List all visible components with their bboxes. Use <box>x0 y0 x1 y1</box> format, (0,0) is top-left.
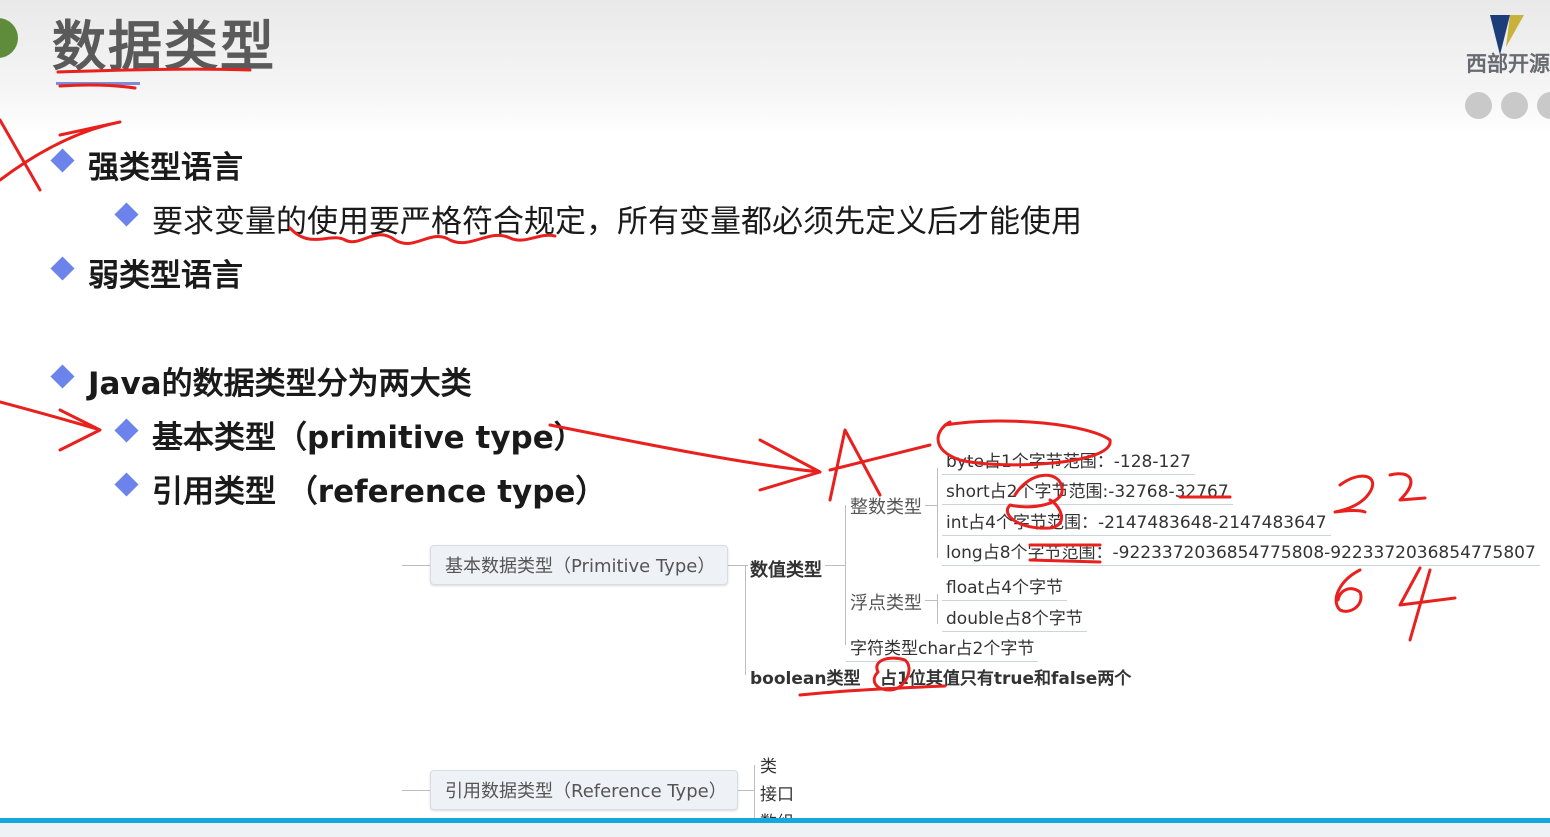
title-underline-ink <box>56 67 252 74</box>
bottom-strip <box>0 823 1550 837</box>
pen-annotation-layer <box>0 67 1457 697</box>
